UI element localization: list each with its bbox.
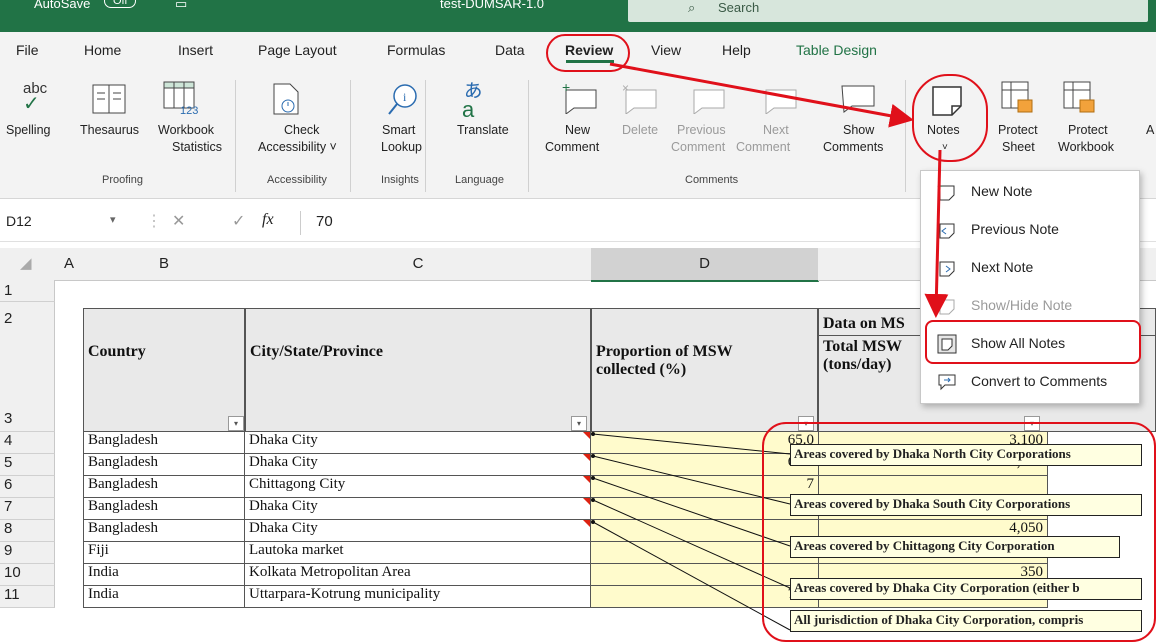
check-accessibility-label-2[interactable]: Accessibility ˅ — [258, 139, 337, 156]
workbook-statistics-label-2[interactable]: Statistics — [172, 139, 222, 156]
group-separator — [528, 80, 529, 192]
annotation-box-notes — [762, 422, 1156, 642]
group-separator — [350, 80, 351, 192]
spelling-icon: abc ✓ — [23, 80, 48, 115]
menu-item-convert-to-comments[interactable]: Convert to Comments — [921, 363, 1139, 401]
formula-separator: ⋮ — [146, 213, 162, 230]
menu-view[interactable]: View — [651, 42, 681, 58]
annotation-circle-notes — [912, 74, 988, 162]
next-note-icon — [939, 261, 955, 277]
menu-item-previous-note[interactable]: Previous Note — [921, 211, 1139, 249]
new-comment-label-1[interactable]: New — [565, 122, 590, 139]
check-accessibility-label-1[interactable]: Check — [284, 122, 319, 139]
show-comments-label-2[interactable]: Comments — [823, 139, 883, 156]
protect-sheet-label-1[interactable]: Protect — [998, 122, 1038, 139]
autosave-label: AutoSave — [34, 0, 91, 11]
previous-comment-icon — [693, 89, 725, 114]
menu-item-label: Next Note — [971, 259, 1034, 275]
menu-item-label: Convert to Comments — [971, 373, 1108, 389]
new-comment-icon: + — [562, 82, 597, 114]
formula-input[interactable]: 70 — [316, 213, 333, 230]
workbook-statistics-icon: 123 — [163, 81, 198, 116]
thesaurus-button[interactable]: Thesaurus — [80, 122, 139, 139]
menu-insert[interactable]: Insert — [178, 42, 213, 58]
annotation-box-show-all-notes — [925, 320, 1141, 364]
svg-text:123: 123 — [180, 105, 198, 116]
show-comments-icon — [841, 85, 875, 113]
menu-file[interactable]: File — [16, 42, 39, 58]
new-note-icon: + — [937, 182, 955, 201]
proofing-group-label: Proofing — [102, 174, 143, 186]
name-box[interactable]: D12 — [6, 213, 136, 235]
next-comment-icon — [765, 89, 797, 114]
protect-sheet-label-2[interactable]: Sheet — [1002, 139, 1035, 156]
translate-icon: ぁa — [462, 77, 485, 122]
new-comment-label-2[interactable]: Comment — [545, 139, 599, 156]
translate-button[interactable]: Translate — [457, 122, 509, 139]
delete-comment-button[interactable]: Delete — [622, 122, 658, 139]
menu-page-layout[interactable]: Page Layout — [258, 42, 337, 58]
group-separator — [905, 80, 906, 192]
search-input[interactable]: Search — [718, 0, 759, 15]
menu-table-design[interactable]: Table Design — [796, 42, 877, 58]
smart-lookup-label-1[interactable]: Smart — [382, 122, 415, 139]
annotation-circle-review — [546, 34, 630, 72]
check-accessibility-icon — [273, 83, 299, 115]
menu-help[interactable]: Help — [722, 42, 751, 58]
save-icon[interactable]: ▭ — [175, 0, 187, 12]
previous-comment-label-2[interactable]: Comment — [671, 139, 725, 156]
svg-text:+: + — [937, 182, 943, 193]
convert-to-comments-icon — [938, 374, 956, 391]
show-comments-label-1[interactable]: Show — [843, 122, 874, 139]
language-group-label: Language — [455, 174, 504, 186]
delete-comment-icon: × — [622, 82, 657, 114]
show-hide-note-icon — [939, 299, 955, 315]
title-bar: AutoSave Off ▭ test-DUMSAR-1.0 ⌕ Search — [0, 0, 1156, 32]
menu-formulas[interactable]: Formulas — [387, 42, 445, 58]
search-icon: ⌕ — [688, 0, 696, 15]
svg-text:×: × — [622, 82, 629, 95]
protect-sheet-icon — [1001, 81, 1033, 113]
protect-workbook-icon — [1063, 81, 1095, 113]
document-title: test-DUMSAR-1.0 — [440, 0, 545, 11]
next-comment-label-1[interactable]: Next — [763, 122, 789, 139]
search-box[interactable]: ⌕ Search — [628, 0, 1148, 22]
previous-comment-label-1[interactable]: Previous — [677, 122, 726, 139]
group-separator — [425, 80, 426, 192]
previous-note-icon — [939, 223, 955, 239]
next-comment-label-2[interactable]: Comment — [736, 139, 790, 156]
comments-group-label: Comments — [685, 174, 739, 186]
ribbon-overflow-label[interactable]: A — [1146, 122, 1154, 139]
svg-text:+: + — [562, 82, 570, 95]
insert-function-icon[interactable]: fx — [262, 211, 274, 229]
enter-icon[interactable]: ✓ — [232, 211, 245, 231]
formula-divider — [300, 211, 301, 235]
spelling-button[interactable]: Spelling — [6, 122, 50, 139]
cancel-icon[interactable]: ✕ — [172, 211, 185, 231]
autosave-toggle[interactable]: Off — [104, 0, 137, 8]
protect-workbook-label-1[interactable]: Protect — [1068, 122, 1108, 139]
menu-item-new-note[interactable]: + New Note — [921, 173, 1139, 211]
thesaurus-icon — [92, 84, 126, 114]
menu-item-label: Show/Hide Note — [971, 297, 1073, 313]
name-box-dropdown-icon[interactable]: ▾ — [110, 213, 116, 226]
menu-data[interactable]: Data — [495, 42, 525, 58]
group-separator — [235, 80, 236, 192]
smart-lookup-icon: i — [388, 84, 417, 115]
menu-item-label: New Note — [971, 183, 1033, 199]
notes-dropdown-menu: + New Note Previous Note Next Note Show/… — [920, 170, 1140, 404]
accessibility-group-label: Accessibility — [267, 174, 327, 186]
menu-item-label: Previous Note — [971, 221, 1059, 237]
menu-item-next-note[interactable]: Next Note — [921, 249, 1139, 287]
workbook-statistics-label-1[interactable]: Workbook — [158, 122, 214, 139]
insights-group-label: Insights — [381, 174, 419, 186]
smart-lookup-label-2[interactable]: Lookup — [381, 139, 422, 156]
menu-home[interactable]: Home — [84, 42, 121, 58]
protect-workbook-label-2[interactable]: Workbook — [1058, 139, 1114, 156]
